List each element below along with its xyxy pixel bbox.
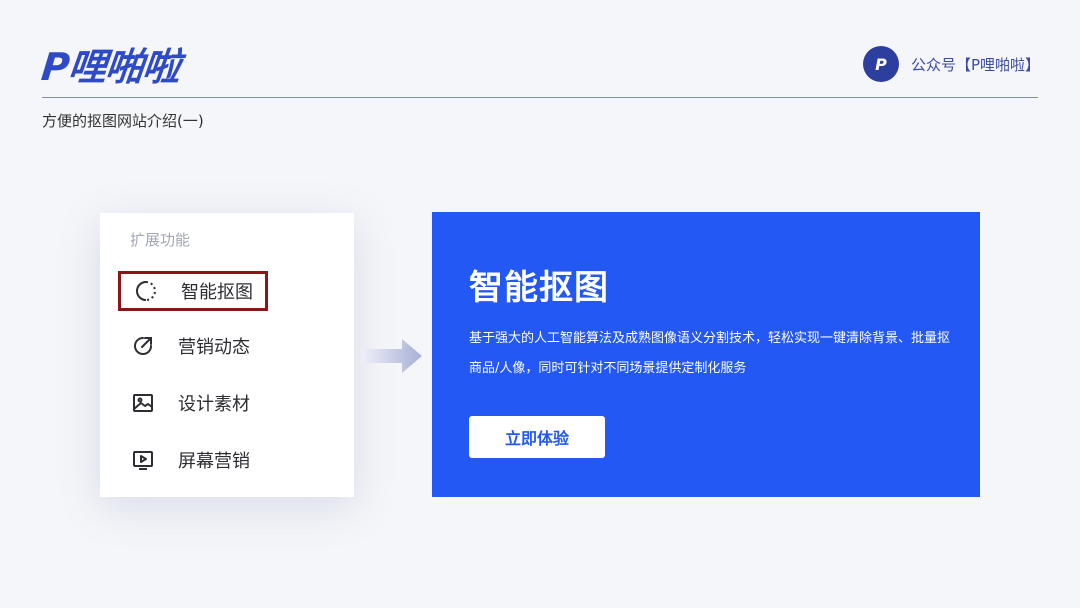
menu-heading: 扩展功能 (130, 231, 191, 249)
menu-item-label: 智能抠图 (181, 282, 253, 303)
brand-logo: P哩啪啦 (39, 45, 182, 89)
menu-item-screen-marketing[interactable]: 屏幕营销 (130, 447, 250, 473)
extension-menu-card: 扩展功能 智能抠图 营销动态 设计素材 屏幕营销 (100, 213, 354, 497)
account-badge: P 公众号【P哩啪啦】 (862, 46, 1040, 82)
smart-cutout-promo-card: 智能抠图 基于强大的人工智能算法及成熟图像语义分割技术，轻松实现一键清除背景、批… (432, 212, 980, 497)
try-now-button[interactable]: 立即体验 (469, 416, 605, 458)
menu-item-marketing-news[interactable]: 营销动态 (130, 333, 250, 359)
promo-title: 智能抠图 (469, 268, 609, 308)
menu-item-label: 营销动态 (178, 337, 250, 358)
arrow-right-icon (362, 337, 424, 379)
menu-item-label: 设计素材 (178, 394, 250, 415)
menu-item-label: 屏幕营销 (178, 451, 250, 472)
share-arrow-icon (130, 333, 156, 359)
menu-item-design-assets[interactable]: 设计素材 (130, 390, 250, 416)
promo-description: 基于强大的人工智能算法及成熟图像语义分割技术，轻松实现一键清除背景、批量抠商品/… (469, 331, 951, 376)
smart-cutout-icon (133, 278, 159, 304)
account-label: 公众号【P哩啪啦】 (910, 55, 1040, 74)
avatar: P (862, 46, 899, 82)
image-icon (130, 390, 156, 416)
screen-play-icon (130, 447, 156, 473)
header-divider (42, 97, 1038, 98)
page-subtitle: 方便的抠图网站介绍(一) (42, 112, 204, 130)
menu-item-smart-cutout[interactable]: 智能抠图 (118, 271, 268, 311)
